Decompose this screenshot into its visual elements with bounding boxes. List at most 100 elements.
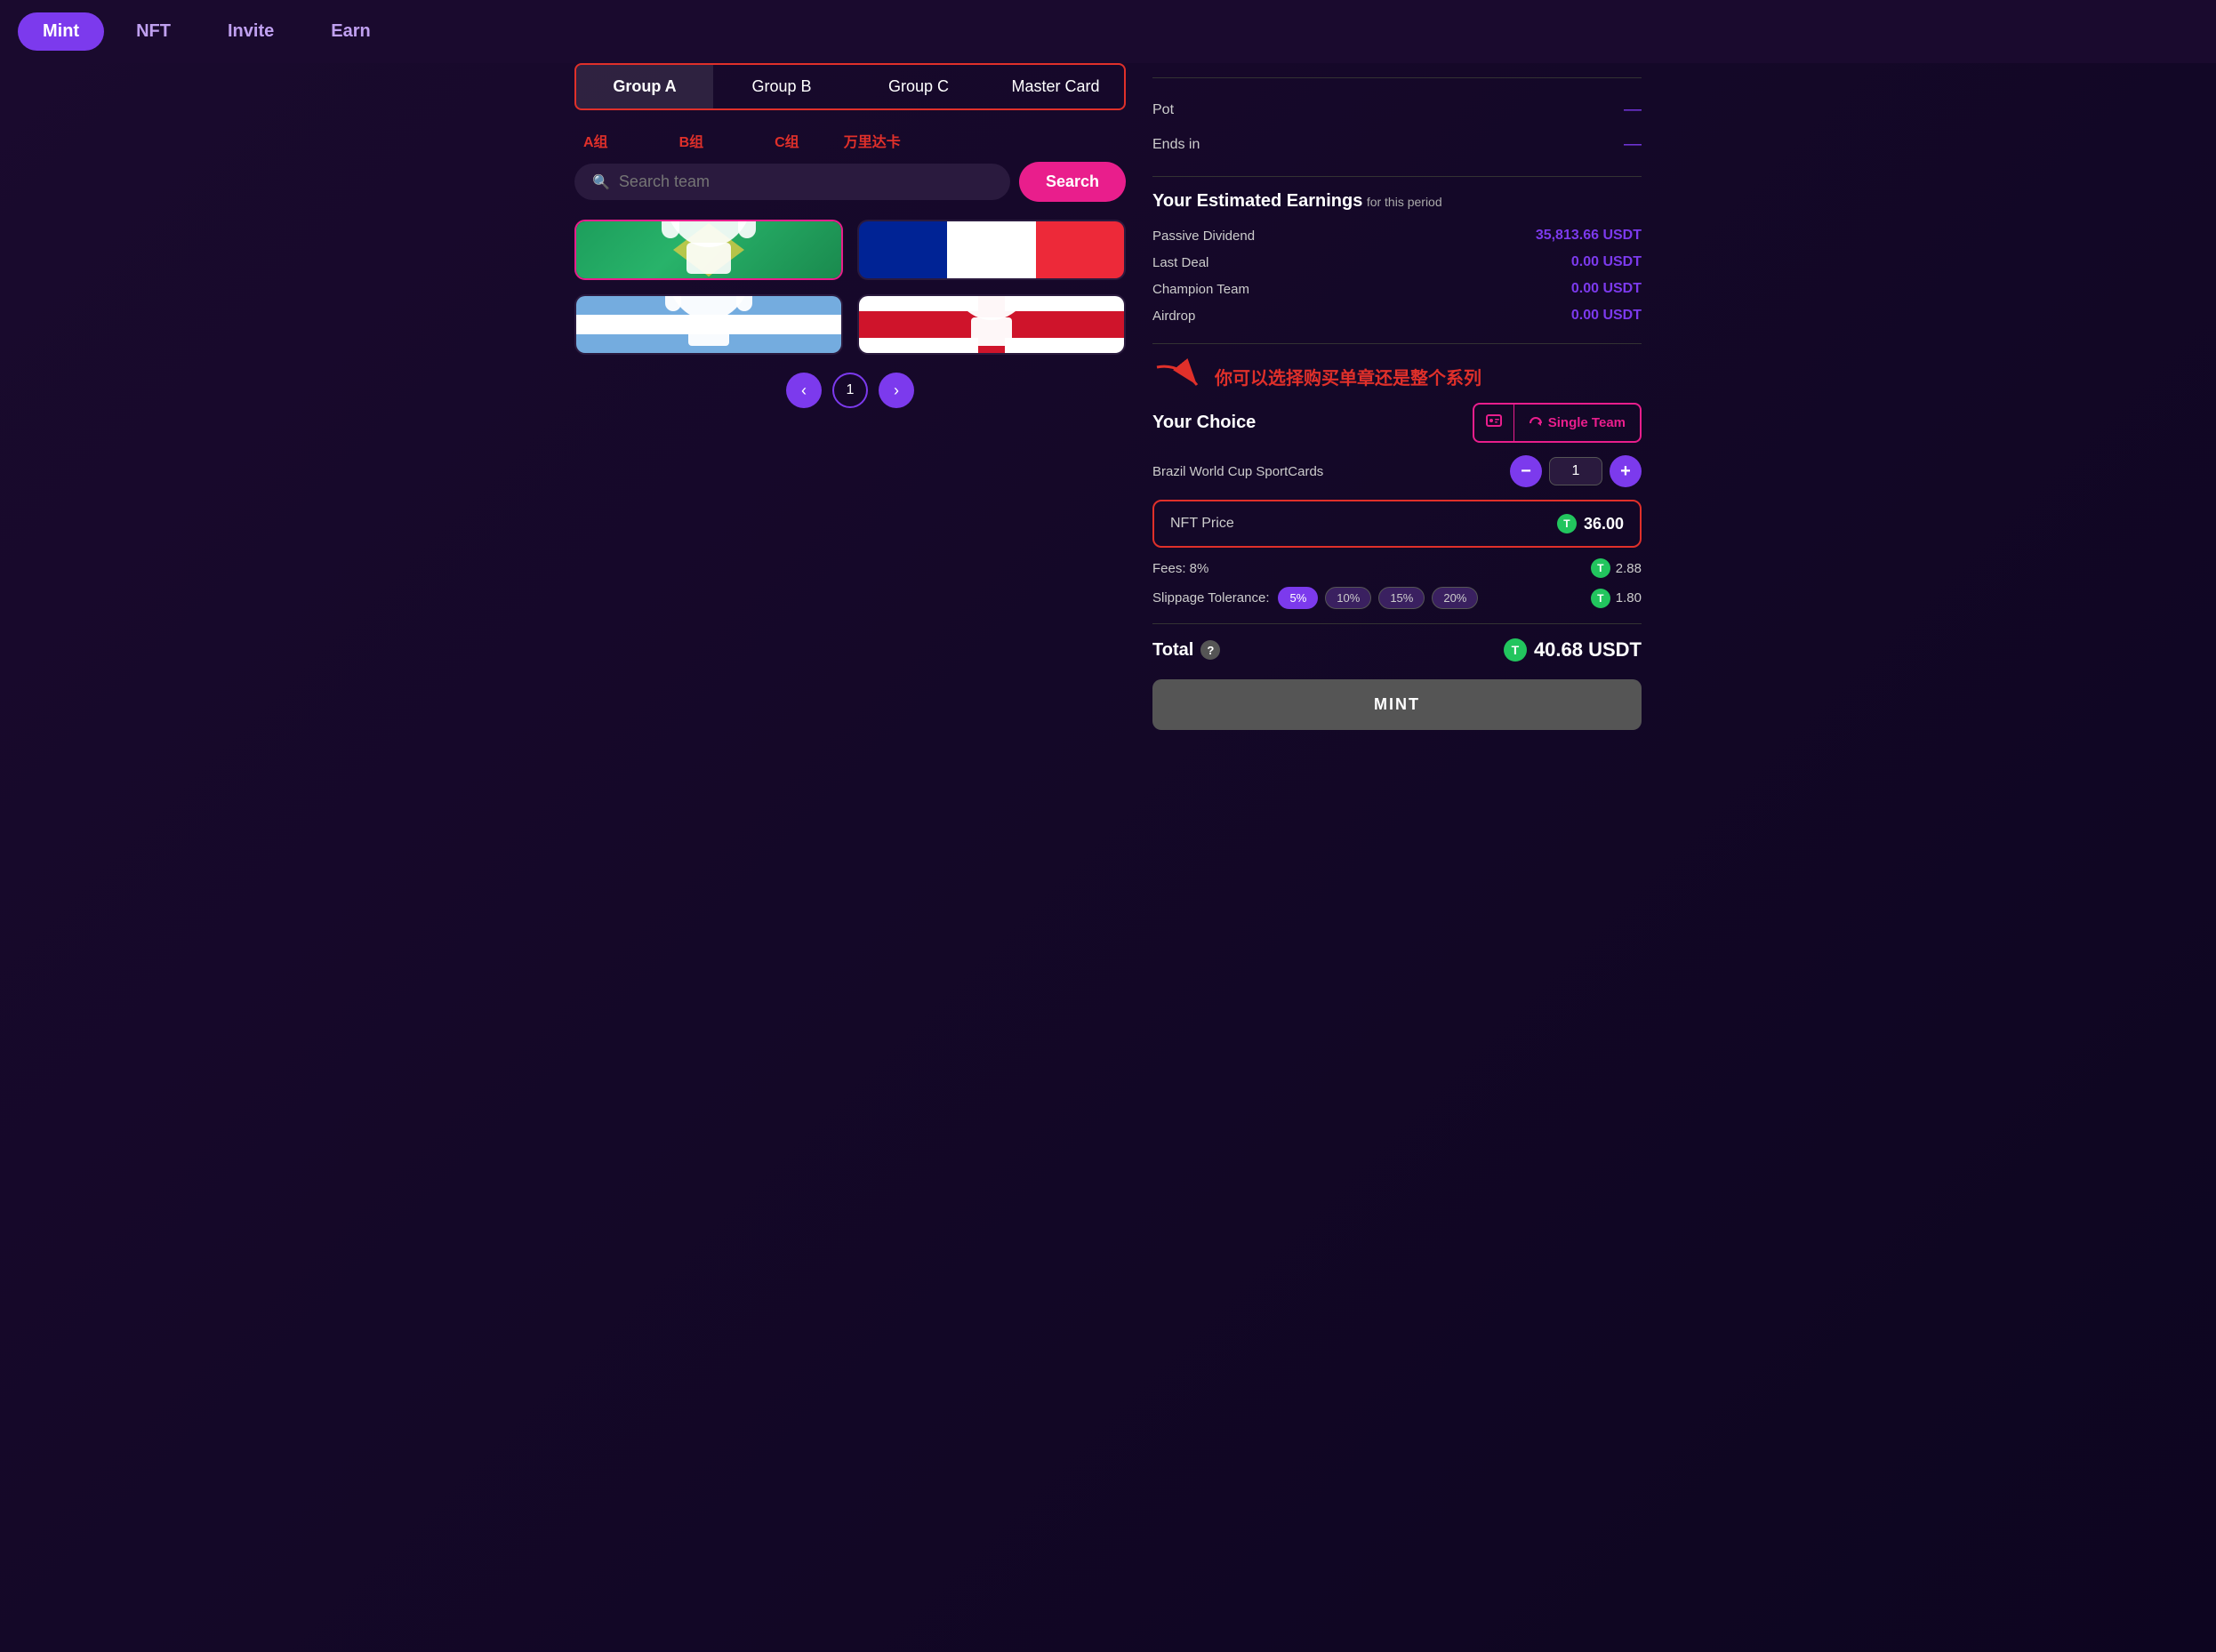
card-england[interactable]: England World Cup SportCards T 36.00 Rem… <box>857 294 1126 355</box>
brazil-player-svg: ⚽ <box>629 221 789 278</box>
quantity-display: 1 <box>1549 457 1602 485</box>
fee-token-icon: T <box>1591 558 1610 578</box>
right-panel: Pot — Ends in — Your Estimated Earnings … <box>1126 63 1642 730</box>
main-content: Group A Group B Group C Master Card A组 B… <box>557 63 1659 748</box>
nft-price-box: NFT Price T 36.00 <box>1152 500 1642 548</box>
pot-row: Pot — <box>1152 92 1642 127</box>
champion-value: 0.00 USDT <box>1571 281 1642 297</box>
total-row: Total ? T 40.68 USDT <box>1152 638 1642 662</box>
earning-airdrop: Airdrop 0.00 USDT <box>1152 302 1642 329</box>
slip-20[interactable]: 20% <box>1432 587 1478 609</box>
total-label: Total ? <box>1152 640 1220 661</box>
earnings-title: Your Estimated Earnings <box>1152 191 1362 211</box>
tab-master-card[interactable]: Master Card <box>987 65 1124 108</box>
slip-15[interactable]: 15% <box>1378 587 1425 609</box>
airdrop-label: Airdrop <box>1152 309 1195 324</box>
card-choice-label: Brazil World Cup SportCards <box>1152 464 1323 479</box>
argentina-player-svg: ⚽ <box>633 296 784 353</box>
passive-label: Passive Dividend <box>1152 229 1255 244</box>
nft-price-value: T 36.00 <box>1557 514 1624 533</box>
pot-label: Pot <box>1152 102 1174 118</box>
refresh-icon <box>1529 416 1543 430</box>
left-panel: Group A Group B Group C Master Card A组 B… <box>574 63 1126 730</box>
nav-invite[interactable]: Invite <box>203 12 299 51</box>
total-token-icon: T <box>1504 638 1527 662</box>
england-card-info: England World Cup SportCards T 36.00 Rem… <box>859 353 1124 355</box>
ends-row: Ends in — <box>1152 127 1642 162</box>
choice-icon-button[interactable] <box>1474 405 1514 441</box>
lastdeal-value: 0.00 USDT <box>1571 254 1642 270</box>
total-value: T 40.68 USDT <box>1504 638 1642 662</box>
tab-chinese-a: A组 <box>583 130 608 151</box>
earnings-header: Your Estimated Earnings for this period <box>1152 191 1642 212</box>
card-france[interactable]: ⚽ France World Cup SportCards T 36.00 Re… <box>857 220 1126 280</box>
mid-divider <box>1152 176 1642 177</box>
pagination: ‹ 1 › <box>574 373 1126 408</box>
choice-toggle[interactable]: Single Team <box>1473 403 1642 443</box>
choice-card-icon <box>1485 412 1503 429</box>
quantity-controls: − 1 + <box>1510 455 1642 487</box>
earning-passive: Passive Dividend 35,813.66 USDT <box>1152 222 1642 249</box>
card-brazil[interactable]: ⚽ Brazil World Cup SportCards <box>574 220 843 280</box>
top-divider <box>1152 77 1642 78</box>
search-input-wrapper[interactable]: 🔍 <box>574 164 1010 200</box>
champion-label: Champion Team <box>1152 282 1249 297</box>
tab-group-b[interactable]: Group B <box>713 65 850 108</box>
search-button[interactable]: Search <box>1019 162 1126 202</box>
mint-button[interactable]: MINT <box>1152 679 1642 730</box>
tab-chinese-c: C组 <box>775 130 799 151</box>
quantity-minus[interactable]: − <box>1510 455 1542 487</box>
france-card-info: France World Cup SportCards T 36.00 Rema… <box>859 278 1124 280</box>
slippage-label: Slippage Tolerance: <box>1152 590 1269 605</box>
quantity-plus[interactable]: + <box>1610 455 1642 487</box>
annotation-text: 你可以选择购买单章还是整个系列 <box>1215 364 1481 389</box>
nav-mint[interactable]: Mint <box>18 12 104 51</box>
choice-header: Your Choice <box>1152 403 1642 443</box>
annotation-row: 你可以选择购买单章还是整个系列 <box>1152 358 1642 394</box>
argentina-card-info: Argentina World Cup SportCards T 36.00 R… <box>576 353 841 355</box>
england-player-svg <box>916 296 1067 353</box>
slippage-options: 5% 10% 15% 20% <box>1278 587 1478 609</box>
total-divider <box>1152 623 1642 624</box>
lastdeal-label: Last Deal <box>1152 255 1208 270</box>
choice-divider <box>1152 343 1642 344</box>
ends-label: Ends in <box>1152 137 1200 153</box>
airdrop-value: 0.00 USDT <box>1571 308 1642 324</box>
france-player-svg: ⚽ <box>916 221 1067 278</box>
tab-chinese-b: B组 <box>679 130 704 151</box>
annotation-arrow <box>1152 358 1206 394</box>
nav-nft[interactable]: NFT <box>111 12 196 51</box>
page-number: 1 <box>832 373 868 408</box>
tab-group-a[interactable]: Group A <box>576 65 713 108</box>
single-team-button[interactable]: Single Team <box>1514 408 1640 437</box>
slip-10[interactable]: 10% <box>1325 587 1371 609</box>
top-navigation: Mint NFT Invite Earn <box>0 0 2216 63</box>
group-tabs-container: Group A Group B Group C Master Card <box>574 63 1126 110</box>
pot-dash: — <box>1624 100 1642 120</box>
nft-price-token-icon: T <box>1557 514 1577 533</box>
slippage-value: T 1.80 <box>1591 589 1642 608</box>
search-icon: 🔍 <box>592 173 610 191</box>
nav-earn[interactable]: Earn <box>306 12 395 51</box>
next-page-button[interactable]: › <box>879 373 914 408</box>
ends-dash: — <box>1624 134 1642 155</box>
fees-row: Fees: 8% T 2.88 <box>1152 558 1642 578</box>
fee-label: Fees: 8% <box>1152 561 1208 576</box>
passive-value: 35,813.66 USDT <box>1536 228 1642 244</box>
search-input[interactable] <box>619 172 992 191</box>
quantity-row: Brazil World Cup SportCards − 1 + <box>1152 455 1642 487</box>
choice-title: Your Choice <box>1152 413 1256 433</box>
prev-page-button[interactable]: ‹ <box>786 373 822 408</box>
nft-price-label: NFT Price <box>1170 516 1234 532</box>
total-help-icon[interactable]: ? <box>1200 640 1220 660</box>
tab-group-c[interactable]: Group C <box>850 65 987 108</box>
tab-chinese-mastercard: 万里达卡 <box>844 130 901 151</box>
slip-5[interactable]: 5% <box>1278 587 1318 609</box>
earning-lastdeal: Last Deal 0.00 USDT <box>1152 249 1642 276</box>
card-grid: ⚽ Brazil World Cup SportCards <box>574 220 1126 355</box>
earnings-period: for this period <box>1367 195 1442 209</box>
earning-champion: Champion Team 0.00 USDT <box>1152 276 1642 302</box>
slip-token-icon: T <box>1591 589 1610 608</box>
card-argentina[interactable]: ⚽ Argentina World Cup SportCards T 36.00 <box>574 294 843 355</box>
brazil-card-info: Brazil World Cup SportCards T 36.00 Rema… <box>576 278 841 280</box>
